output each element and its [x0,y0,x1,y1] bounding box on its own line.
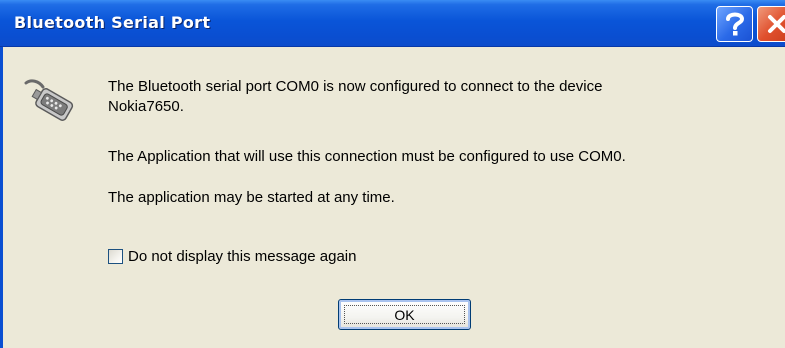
dont-show-again-label[interactable]: Do not display this message again [128,248,356,265]
focus-ring [344,305,465,324]
dont-show-again-checkbox[interactable] [108,248,123,264]
question-mark-icon [725,12,744,36]
help-button[interactable] [716,6,753,42]
bluetooth-serial-port-dialog: Bluetooth Serial Port The Bluetooth seri… [0,0,785,348]
dialog-body: The Bluetooth serial port COM0 is now co… [0,47,785,348]
message-application-config: The Application that will use this conne… [108,148,626,165]
close-button[interactable] [757,6,785,42]
close-x-icon [768,15,785,33]
ok-button[interactable]: OK [338,299,471,330]
message-configured: The Bluetooth serial port COM0 is now co… [108,77,602,117]
title-bar[interactable]: Bluetooth Serial Port [0,0,785,47]
message-configured-line1: The Bluetooth serial port COM0 is now co… [108,78,603,95]
message-configured-line2: Nokia7650. [108,98,184,115]
window-title: Bluetooth Serial Port [14,13,211,32]
dont-show-again-option[interactable]: Do not display this message again [108,246,356,266]
message-start-anytime: The application may be started at any ti… [108,189,395,206]
serial-port-connector-icon [24,79,74,121]
